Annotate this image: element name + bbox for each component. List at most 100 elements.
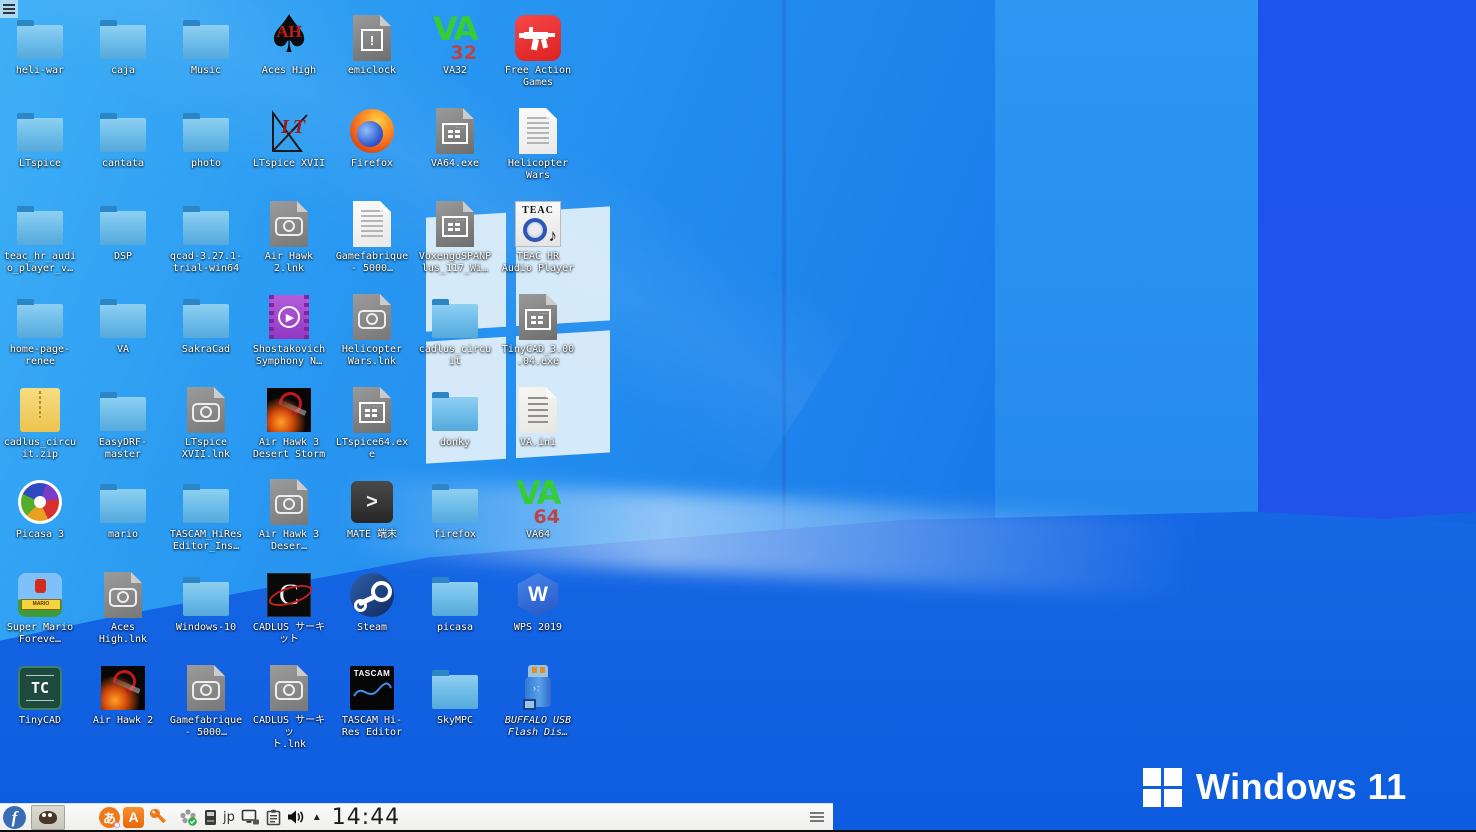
taskbar-hamburger[interactable] bbox=[810, 812, 824, 822]
svg-text:LT: LT bbox=[280, 116, 306, 138]
desktop-icon-label: Air Hawk 3 Deser… bbox=[259, 529, 319, 553]
desktop-icon-emiclock[interactable]: !emiclock bbox=[331, 10, 413, 102]
folder-icon bbox=[183, 25, 229, 59]
desktop-icon-ltspice64-ex-e[interactable]: ···LTspice64.ex e bbox=[331, 382, 413, 474]
desktop-icon-qcad-3-27-1-trial-win64[interactable]: qcad-3.27.1- trial-win64 bbox=[165, 196, 247, 288]
desktop-icon-label: home-page- renee bbox=[10, 344, 70, 368]
gimp-task-button[interactable] bbox=[31, 805, 65, 830]
desktop-icon-music[interactable]: Music bbox=[165, 10, 247, 102]
desktop-icon-sakracad[interactable]: SakraCad bbox=[165, 289, 247, 381]
desktop-icon-firefox[interactable]: firefox bbox=[414, 474, 496, 566]
desktop-icon-cantata[interactable]: cantata bbox=[82, 103, 164, 195]
desktop-icon-label: cantata bbox=[102, 158, 144, 170]
package-updater-icon[interactable] bbox=[179, 808, 198, 827]
desktop-icon-air-hawk-3-deser[interactable]: Air Hawk 3 Deser… bbox=[248, 474, 330, 566]
keyboard-layout-indicator[interactable]: jp bbox=[223, 810, 235, 825]
desktop-icon-dsp[interactable]: DSP bbox=[82, 196, 164, 288]
desktop-icon-cadlus-lnk[interactable]: CADLUS サーキッ ト.lnk bbox=[248, 660, 330, 752]
folder-icon bbox=[432, 675, 478, 709]
desktop-icon-ltspice-xvii[interactable]: LTLTspice XVII bbox=[248, 103, 330, 195]
desktop-icon-heli-war[interactable]: heli-war bbox=[0, 10, 81, 102]
desktop-icon-teac-hr-audi-o-player-v[interactable]: teac_hr_audi o_player_v… bbox=[0, 196, 81, 288]
desktop-icon-caja[interactable]: caja bbox=[82, 10, 164, 102]
desktop-icon-label: Windows-10 bbox=[176, 622, 236, 634]
air-hawk-game-icon bbox=[267, 388, 311, 432]
desktop-icon-helicopter-wars-lnk[interactable]: Helicopter Wars.lnk bbox=[331, 289, 413, 381]
desktop-icon-label: LTspice bbox=[19, 158, 61, 170]
corner-menu-button[interactable] bbox=[0, 0, 18, 18]
ime-setup-wrench-button[interactable] bbox=[146, 806, 169, 829]
desktop-icon-aces-high-lnk[interactable]: Aces High.lnk bbox=[82, 567, 164, 659]
desktop-icon-label: VA64.exe bbox=[431, 158, 479, 170]
desktop-icon-gamefabrique-5000[interactable]: Gamefabrique - 5000… bbox=[165, 660, 247, 752]
desktop-icon-voxengospanp-lus-117-wi[interactable]: ···VoxengoSPANP lus_117_Wi… bbox=[414, 196, 496, 288]
cadlus-icon: C bbox=[267, 573, 311, 617]
taskbar-clock[interactable]: 14:44 bbox=[332, 805, 400, 830]
desktop-icon-label: TinyCAD bbox=[19, 715, 61, 727]
desktop-icon-air-hawk-2[interactable]: Air Hawk 2 bbox=[82, 660, 164, 752]
desktop-icon-label: Firefox bbox=[351, 158, 393, 170]
desktop-icon-free-action-games[interactable]: Free Action Games bbox=[497, 10, 579, 102]
desktop-icon-va64[interactable]: VA64VA64 bbox=[497, 474, 579, 566]
desktop-icon-label: SkyMPC bbox=[437, 715, 473, 727]
desktop-icon-label: Picasa 3 bbox=[16, 529, 64, 541]
desktop-icon-firefox[interactable]: Firefox bbox=[331, 103, 413, 195]
desktop-icon-mario[interactable]: mario bbox=[82, 474, 164, 566]
desktop-icon-tinycad[interactable]: TCTinyCAD bbox=[0, 660, 81, 752]
desktop-icon-gamefabrique-5000[interactable]: Gamefabrique - 5000… bbox=[331, 196, 413, 288]
desktop-icon-tascam-hires-editor-ins[interactable]: TASCAM_HiRes Editor_Ins… bbox=[165, 474, 247, 566]
desktop-icon-label: cadlus_circu it.zip bbox=[4, 437, 76, 461]
desktop: Windows 11 heli-warcajaMusic♠AHAces High… bbox=[0, 0, 1476, 832]
desktop-icon-ltspice-xvii-lnk[interactable]: LTspice XVII.lnk bbox=[165, 382, 247, 474]
desktop-icon-label: cadlus_circu it bbox=[419, 344, 491, 368]
desktop-icon-donky[interactable]: donky bbox=[414, 382, 496, 474]
desktop-icon-air-hawk-3-desert-storm[interactable]: Air Hawk 3 Desert Storm bbox=[248, 382, 330, 474]
desktop-icon-super-mario-foreve[interactable]: MARIO FOREVERSuper Mario Foreve… bbox=[0, 567, 81, 659]
desktop-icon-buffalo-usb-flash-dis[interactable]: ›:BUFFALO USB Flash Dis… bbox=[497, 660, 579, 752]
fedora-menu-button[interactable]: f bbox=[3, 806, 26, 829]
desktop-icon-label: VA.ini bbox=[520, 437, 556, 449]
desktop-icon-easydrf-master[interactable]: EasyDRF- master bbox=[82, 382, 164, 474]
volume-icon[interactable] bbox=[287, 809, 304, 825]
removable-media-icon[interactable] bbox=[204, 809, 217, 826]
system-tray: jp ▲ bbox=[179, 808, 322, 827]
config-file-icon bbox=[519, 387, 557, 433]
desktop-icon-va64-exe[interactable]: ···VA64.exe bbox=[414, 103, 496, 195]
desktop-icon-mate[interactable]: >MATE 端末 bbox=[331, 474, 413, 566]
desktop-icon-label: caja bbox=[111, 65, 135, 77]
desktop-icon-va-ini[interactable]: VA.ini bbox=[497, 382, 579, 474]
desktop-icon-air-hawk-2-lnk[interactable]: Air Hawk 2.lnk bbox=[248, 196, 330, 288]
tray-expand-caret[interactable]: ▲ bbox=[312, 812, 322, 823]
network-icon[interactable] bbox=[241, 809, 260, 826]
clipboard-icon[interactable] bbox=[266, 809, 281, 826]
desktop-icon-cadlus-circu-it-zip[interactable]: cadlus_circu it.zip bbox=[0, 382, 81, 474]
desktop-icon-skympc[interactable]: SkyMPC bbox=[414, 660, 496, 752]
desktop-icon-va[interactable]: VA bbox=[82, 289, 164, 381]
desktop-icon-shostakovich-symphony-n[interactable]: ▶Shostakovich Symphony N… bbox=[248, 289, 330, 381]
desktop-icon-wps-2019[interactable]: WWPS 2019 bbox=[497, 567, 579, 659]
desktop-icon-aces-high[interactable]: ♠AHAces High bbox=[248, 10, 330, 102]
folder-icon bbox=[183, 489, 229, 523]
desktop-icon-tascam-hi-res-editor[interactable]: TASCAMTASCAM Hi- Res Editor bbox=[331, 660, 413, 752]
desktop-icon-cadlus[interactable]: CCADLUS サーキット bbox=[248, 567, 330, 659]
desktop-icon-helicopter-wars[interactable]: Helicopter Wars bbox=[497, 103, 579, 195]
gimp-wilber-icon bbox=[39, 811, 57, 824]
executable-file-icon: ··· bbox=[436, 201, 474, 247]
desktop-icon-cadlus-circu-it[interactable]: cadlus_circu it bbox=[414, 289, 496, 381]
desktop-icon-photo[interactable]: photo bbox=[165, 103, 247, 195]
desktop-icon-steam[interactable]: Steam bbox=[331, 567, 413, 659]
desktop-icon-teac-hr-audio-player[interactable]: TEAC♪TEAC HR Audio Player bbox=[497, 196, 579, 288]
ime-latin-button[interactable]: A bbox=[123, 807, 144, 828]
desktop-icon-picasa[interactable]: picasa bbox=[414, 567, 496, 659]
desktop-icon-windows-10[interactable]: Windows-10 bbox=[165, 567, 247, 659]
desktop-icon-va32[interactable]: VA32VA32 bbox=[414, 10, 496, 102]
steam-icon bbox=[350, 573, 394, 617]
desktop-icon-home-page-renee[interactable]: home-page- renee bbox=[0, 289, 81, 381]
folder-icon bbox=[100, 489, 146, 523]
desktop-icon-tinycad-3-00-04-exe[interactable]: ···TinyCAD_3.00 .04.exe bbox=[497, 289, 579, 381]
ime-hiragana-button[interactable]: あ bbox=[99, 807, 120, 828]
desktop-icon-ltspice[interactable]: LTspice bbox=[0, 103, 81, 195]
desktop-icon-label: DSP bbox=[114, 251, 132, 263]
desktop-icon-picasa-3[interactable]: Picasa 3 bbox=[0, 474, 81, 566]
desktop-icon-label: Shostakovich Symphony N… bbox=[253, 344, 325, 368]
